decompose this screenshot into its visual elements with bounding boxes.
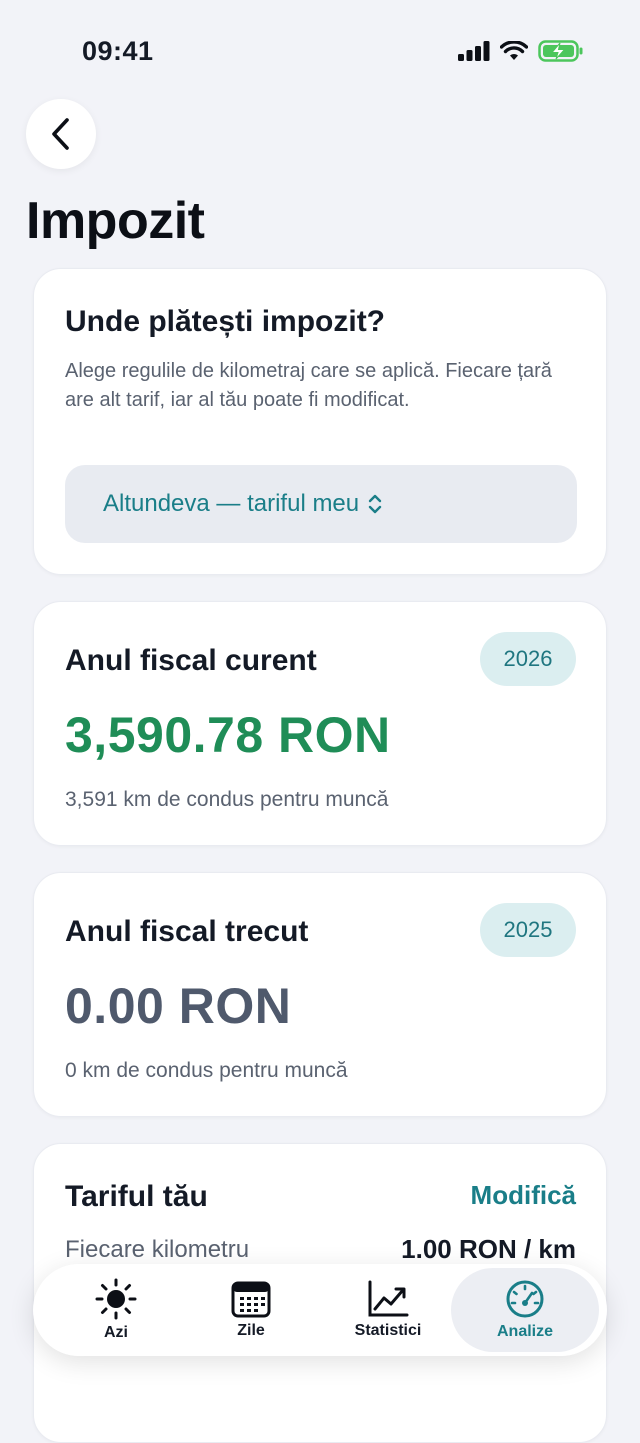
cellular-signal-icon [458, 41, 490, 61]
chevron-left-icon [52, 118, 69, 150]
chevron-up-down-icon [368, 494, 382, 514]
rate-label: Fiecare kilometru [65, 1236, 250, 1263]
tax-location-selector[interactable]: Altundeva — tariful meu [65, 465, 577, 543]
last-fiscal-year-card: Anul fiscal trecut 2025 0.00 RON 0 km de… [33, 872, 607, 1117]
selected-option-label: Altundeva — tariful meu [103, 490, 360, 517]
tab-label: Zile [237, 1322, 265, 1339]
tab-statistici[interactable]: Statistici [319, 1264, 457, 1356]
tab-bar: Azi Zile Statistici Analize [33, 1264, 607, 1356]
rate-value: 1.00 RON / km [401, 1234, 576, 1264]
tax-location-title: Unde plătești impozit? [65, 305, 386, 338]
wifi-icon [500, 41, 528, 60]
current-year-amount: 3,590.78 RON [65, 707, 391, 763]
chart-line-icon [368, 1280, 409, 1317]
status-bar: 09:41 [0, 0, 640, 100]
tab-label: Statistici [354, 1322, 422, 1339]
page-title: Impozit [26, 192, 205, 250]
tax-location-description: Alege regulile de kilometraj care se apl… [65, 360, 552, 411]
tax-location-card: Unde plătești impozit? Alege regulile de… [33, 268, 607, 575]
last-year-amount: 0.00 RON [65, 978, 292, 1034]
current-year-distance: 3,591 km de condus pentru muncă [65, 788, 389, 811]
current-year-title: Anul fiscal curent [65, 644, 317, 677]
sun-icon [95, 1278, 137, 1320]
status-icons [458, 40, 584, 62]
last-year-badge: 2025 [480, 903, 576, 957]
tab-analize[interactable]: Analize [451, 1268, 599, 1352]
rate-card-title: Tariful tău [65, 1180, 208, 1213]
current-fiscal-year-card: Anul fiscal curent 2026 3,590.78 RON 3,5… [33, 601, 607, 846]
current-year-badge: 2026 [480, 632, 576, 686]
battery-charging-icon [538, 40, 583, 62]
tab-zile[interactable]: Zile [182, 1264, 320, 1356]
tab-label: Analize [496, 1323, 553, 1340]
status-time: 09:41 [82, 36, 154, 66]
calendar-icon [231, 1281, 271, 1318]
last-year-distance: 0 km de condus pentru muncă [65, 1059, 348, 1082]
gauge-icon [506, 1280, 544, 1318]
last-year-title: Anul fiscal trecut [65, 915, 309, 948]
edit-rate-link[interactable]: Modifică [471, 1180, 576, 1211]
tab-azi[interactable]: Azi [47, 1264, 185, 1356]
back-button[interactable] [26, 99, 96, 169]
tab-label: Azi [104, 1324, 128, 1341]
